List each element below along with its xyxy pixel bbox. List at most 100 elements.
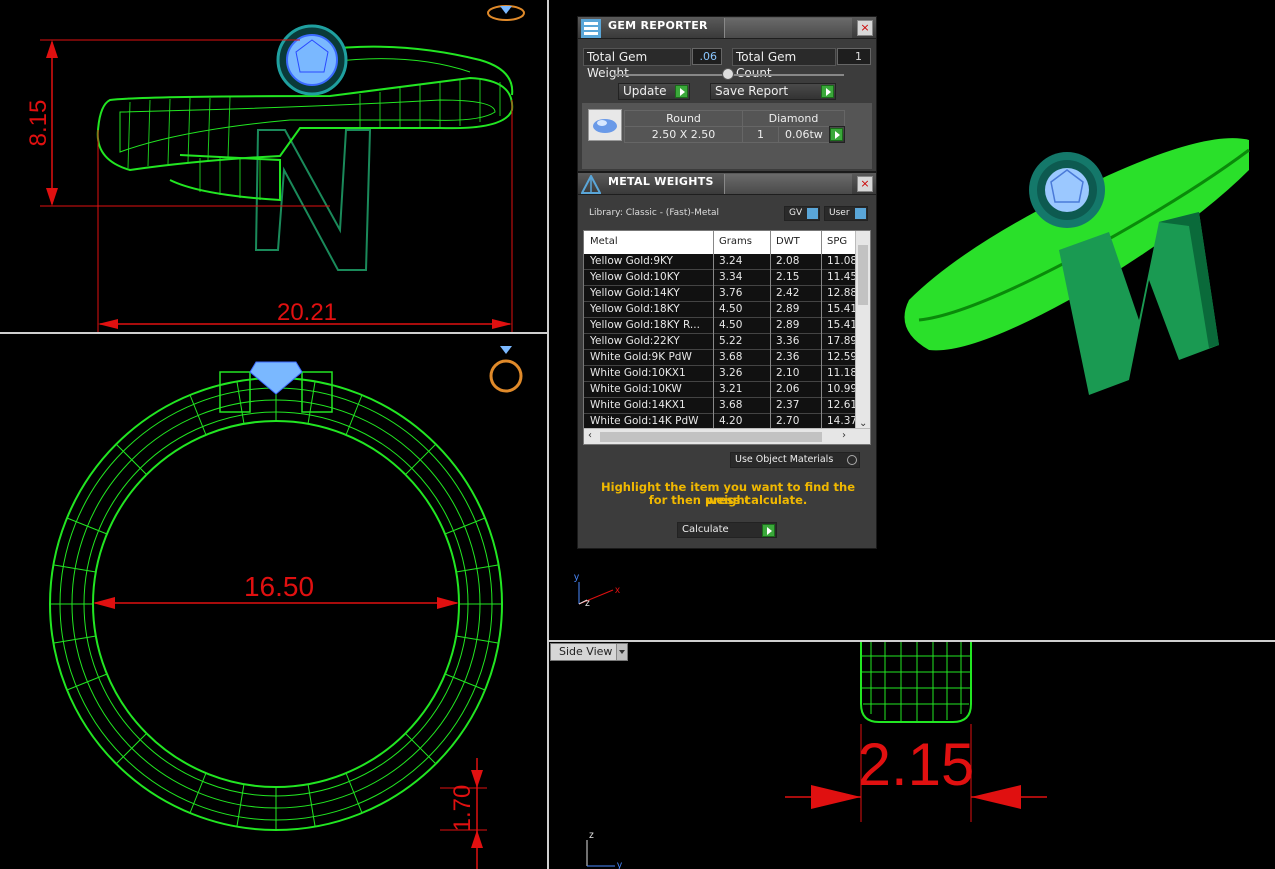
chevron-left-icon[interactable]: ‹ [588, 430, 592, 441]
metal-spg: 12.59 [827, 351, 858, 363]
update-button[interactable]: Update [618, 83, 690, 100]
side-thickness-dim: 2.15 [858, 731, 975, 798]
gv-toggle[interactable]: GV [784, 206, 820, 221]
metal-weights-icon [581, 175, 601, 194]
front-inner-dim: 16.50 [244, 571, 314, 602]
table-row[interactable]: White Gold:10KW 3.21 2.06 10.99 [584, 382, 857, 398]
metal-weights-titlebar[interactable]: METAL WEIGHTS × [578, 173, 876, 195]
metal-spg: 11.18 [827, 367, 858, 379]
info-icon [807, 208, 818, 219]
col-grams: Grams [719, 236, 752, 247]
metal-grams: 3.21 [719, 383, 743, 395]
go-arrow-icon [762, 524, 775, 537]
svg-text:x: x [615, 585, 620, 596]
library-label: Library: Classic - (Fast)-Metal [589, 208, 720, 218]
table-row[interactable]: Yellow Gold:18KY R... 4.50 2.89 15.41 [584, 318, 857, 334]
metal-grams: 3.24 [719, 255, 743, 267]
ring-thumbnail-icon[interactable] [489, 346, 523, 393]
metal-table[interactable]: Metal Grams DWT SPG Yellow Gold:9KY 3.24 2… [583, 230, 871, 445]
slider-handle[interactable] [722, 68, 734, 80]
table-row[interactable]: Yellow Gold:9KY 3.24 2.08 11.08 [584, 254, 858, 270]
metal-weights-panel: METAL WEIGHTS × Library: Classic - (Fast… [577, 172, 877, 549]
metal-dwt: 2.89 [776, 303, 800, 315]
table-row[interactable]: Yellow Gold:18KY 4.50 2.89 15.41 [584, 302, 858, 318]
metal-dwt: 2.37 [776, 399, 800, 411]
save-report-button-label: Save Report [715, 84, 789, 98]
total-gem-weight-field[interactable]: .06 [692, 48, 722, 65]
total-gem-weight-label: Total Gem Weight [583, 48, 691, 80]
go-arrow-icon [830, 128, 843, 141]
svg-text:z: z [585, 598, 590, 609]
view-selector[interactable]: Side View [550, 643, 628, 661]
info-icon [855, 208, 866, 219]
gem-reporter-title: GEM REPORTER [608, 19, 708, 32]
metal-name: White Gold:14KX1 [590, 399, 686, 411]
metal-grams: 5.22 [719, 335, 743, 347]
side-view-drawing: 2.15 z y [586, 642, 1047, 869]
metal-name: Yellow Gold:18KY [590, 303, 680, 315]
radio-icon [847, 455, 857, 465]
view-selector-label: Side View [559, 645, 613, 658]
close-icon[interactable]: × [857, 176, 873, 192]
metal-grams: 4.20 [719, 415, 743, 427]
chevron-down-icon[interactable] [616, 644, 627, 660]
gem-reporter-titlebar[interactable]: GEM REPORTER × [578, 17, 876, 39]
metal-spg: 14.37 [827, 415, 858, 427]
total-gem-count-field[interactable]: 1 [837, 48, 871, 65]
metal-name: White Gold:9K PdW [590, 351, 692, 363]
gem-size: 2.50 X 2.50 [624, 126, 743, 143]
top-height-dim: 8.15 [25, 100, 52, 147]
vertical-scrollbar[interactable]: ⌄ [855, 231, 870, 430]
metal-name: White Gold:14K PdW [590, 415, 699, 427]
horizontal-scrollbar[interactable]: ‹ › [584, 428, 870, 444]
table-row[interactable]: White Gold:14KX1 3.68 2.37 12.61 [584, 398, 858, 414]
metal-spg: 11.08 [827, 255, 858, 267]
total-gem-count-label: Total Gem Count [732, 48, 836, 80]
metal-grams: 4.50 [719, 303, 743, 315]
metal-dwt: 2.89 [776, 319, 800, 331]
close-icon[interactable]: × [857, 20, 873, 36]
metal-spg: 12.61 [827, 399, 858, 411]
axis-tripod-icon: z y [586, 830, 622, 869]
gem-row-go-button[interactable] [829, 126, 845, 143]
table-row[interactable]: Yellow Gold:10KY 3.34 2.15 11.45 [584, 270, 857, 286]
calculate-button[interactable]: Calculate [677, 522, 777, 538]
table-row[interactable]: Yellow Gold:14KY 3.76 2.42 12.88 [584, 286, 857, 302]
user-toggle[interactable]: User [824, 206, 868, 221]
metal-name: Yellow Gold:14KY [590, 287, 680, 299]
table-row[interactable]: Yellow Gold:22KY 5.22 3.36 17.89 [584, 334, 858, 350]
go-arrow-icon [821, 85, 834, 98]
gem-row[interactable]: 2.50 X 2.50 1 0.06tw [624, 126, 845, 143]
svg-text:y: y [574, 572, 579, 583]
metal-grams: 3.26 [719, 367, 743, 379]
top-width-dim: 20.21 [277, 299, 337, 326]
metal-name: Yellow Gold:18KY R... [590, 319, 700, 331]
metal-spg: 17.89 [827, 335, 858, 347]
viewport-side[interactable]: 2.15 z y [549, 642, 1275, 869]
ring-thumbnail-icon[interactable] [487, 5, 525, 21]
gem-thumbnail-icon[interactable] [588, 109, 622, 141]
table-row[interactable]: White Gold:9K PdW 3.68 2.36 12.59 [584, 350, 858, 366]
metal-spg: 15.41 [827, 303, 858, 315]
metal-dwt: 2.06 [776, 383, 800, 395]
metal-name: Yellow Gold:10KY [590, 271, 680, 283]
metal-name: Yellow Gold:22KY [590, 335, 680, 347]
use-object-materials-toggle[interactable]: Use Object Materials [730, 452, 860, 468]
gem-qty: 1 [742, 126, 779, 143]
scroll-thumb[interactable] [600, 432, 822, 442]
table-row[interactable]: White Gold:10KX1 3.26 2.10 11.18 [584, 366, 858, 382]
metal-dwt: 2.08 [776, 255, 800, 267]
chevron-right-icon[interactable]: › [842, 430, 846, 441]
save-report-button[interactable]: Save Report [710, 83, 836, 100]
viewport-front[interactable]: 16.50 1.70 [0, 334, 547, 869]
metal-weights-title: METAL WEIGHTS [608, 175, 714, 188]
metal-dwt: 3.36 [776, 335, 800, 347]
gem-reporter-icon [581, 19, 601, 38]
svg-text:z: z [589, 830, 594, 841]
metal-table-header: Metal Grams DWT SPG [584, 231, 856, 253]
svg-text:y: y [617, 860, 622, 869]
scroll-thumb[interactable] [858, 245, 868, 305]
metal-grams: 3.34 [719, 271, 743, 283]
viewport-top[interactable]: 20.21 8.15 [0, 0, 547, 332]
metal-dwt: 2.15 [776, 271, 800, 283]
